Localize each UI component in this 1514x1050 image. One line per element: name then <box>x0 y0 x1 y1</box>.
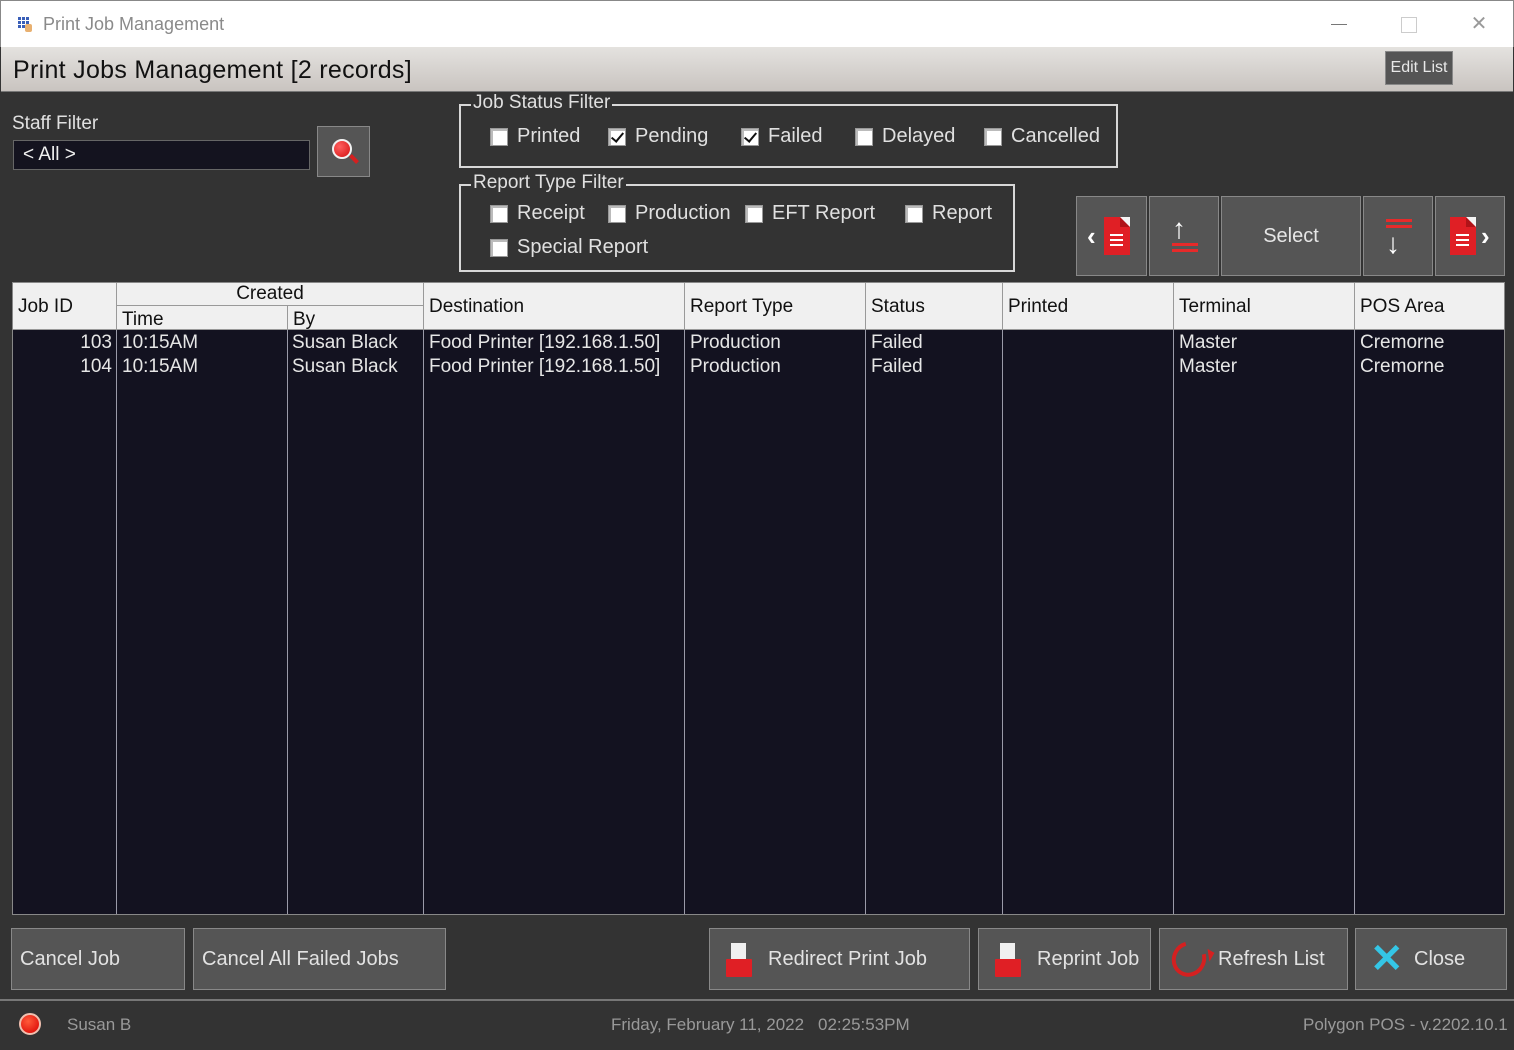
reprint-job-button[interactable]: Reprint Job <box>978 928 1151 990</box>
checkbox-box[interactable] <box>490 204 508 223</box>
col-header-terminal[interactable]: Terminal <box>1174 283 1355 330</box>
refresh-icon <box>1165 934 1213 984</box>
arrow-up-icon: ↑ <box>1172 213 1186 244</box>
connection-status-indicator <box>19 1013 41 1035</box>
staff-filter-label: Staff Filter <box>12 113 99 134</box>
staff-filter-input[interactable]: < All > <box>13 140 310 170</box>
status-time: 02:25:53PM <box>818 1015 910 1034</box>
staff-search-button[interactable] <box>317 126 370 177</box>
cell-status: Failed <box>871 332 923 353</box>
cell-job-id: 104 <box>80 356 112 377</box>
window-close-button[interactable]: ✕ <box>1459 11 1499 39</box>
cell-by: Susan Black <box>292 332 398 353</box>
checkbox-box[interactable] <box>905 204 923 223</box>
checkbox-box[interactable] <box>741 127 759 146</box>
cancel-job-button[interactable]: Cancel Job <box>11 928 185 990</box>
window-title: Print Job Management <box>43 14 225 34</box>
checkbox-box[interactable] <box>855 127 873 146</box>
checkbox-box[interactable] <box>608 127 626 146</box>
cell-pos-area: Cremorne <box>1360 356 1445 377</box>
printer-icon <box>726 943 752 977</box>
close-button[interactable]: ✕ Close <box>1355 928 1507 990</box>
document-icon <box>1450 217 1476 255</box>
type-checkbox-production[interactable]: Production <box>608 202 731 225</box>
col-header-pos-area[interactable]: POS Area <box>1355 283 1504 330</box>
refresh-list-button[interactable]: Refresh List <box>1159 928 1348 990</box>
maximize-button[interactable] <box>1388 11 1428 39</box>
cell-by: Susan Black <box>292 356 398 377</box>
page-title: Print Jobs Management [2 records] <box>13 56 412 84</box>
cell-status: Failed <box>871 356 923 377</box>
type-checkbox-special-report[interactable]: Special Report <box>490 236 648 259</box>
report-type-filter: Report Type Filter Receipt Production EF… <box>459 172 1015 272</box>
document-icon <box>1104 217 1130 255</box>
status-user: Susan B <box>67 1015 132 1034</box>
cell-terminal: Master <box>1179 332 1238 353</box>
minimize-button[interactable] <box>1319 11 1359 39</box>
divider <box>0 999 1514 1001</box>
cell-report-type: Production <box>690 332 781 353</box>
col-header-time[interactable]: Time <box>117 306 288 330</box>
job-status-filter: Job Status Filter Printed Pending Failed… <box>459 92 1118 168</box>
edit-list-button[interactable]: Edit List <box>1385 51 1453 85</box>
col-header-created: Created <box>117 283 424 306</box>
cell-time: 10:15AM <box>122 332 199 353</box>
status-checkbox-cancelled[interactable]: Cancelled <box>984 125 1100 148</box>
col-header-by[interactable]: By <box>288 306 424 330</box>
report-type-filter-title: Report Type Filter <box>471 172 626 194</box>
next-page-button[interactable]: › <box>1435 196 1505 276</box>
job-status-filter-title: Job Status Filter <box>471 92 613 114</box>
refresh-list-label: Refresh List <box>1218 948 1325 970</box>
checkbox-box[interactable] <box>984 127 1002 146</box>
col-header-status[interactable]: Status <box>866 283 1003 330</box>
app-icon <box>17 16 33 32</box>
cell-pos-area: Cremorne <box>1360 332 1445 353</box>
type-checkbox-report[interactable]: Report <box>905 202 992 225</box>
status-checkbox-delayed[interactable]: Delayed <box>855 125 955 148</box>
col-header-printed[interactable]: Printed <box>1003 283 1174 330</box>
cell-report-type: Production <box>690 356 781 377</box>
move-up-button[interactable]: ↑ <box>1149 196 1219 276</box>
printer-icon <box>995 943 1021 977</box>
app-version: Polygon POS - v.2202.10.1 <box>1303 1015 1508 1034</box>
cancel-all-failed-jobs-button[interactable]: Cancel All Failed Jobs <box>193 928 446 990</box>
status-checkbox-failed[interactable]: Failed <box>741 125 822 148</box>
checkbox-box[interactable] <box>490 127 508 146</box>
page-header: Print Jobs Management [2 records] Edit L… <box>1 47 1513 92</box>
move-down-button[interactable]: ↓ <box>1363 196 1433 276</box>
checkbox-box[interactable] <box>490 238 508 257</box>
close-label: Close <box>1414 948 1466 970</box>
cell-job-id: 103 <box>80 332 112 353</box>
type-checkbox-eft-report[interactable]: EFT Report <box>745 202 875 225</box>
col-header-destination[interactable]: Destination <box>424 283 685 330</box>
previous-page-button[interactable]: ‹ <box>1076 196 1147 276</box>
redirect-print-job-label: Redirect Print Job <box>768 948 927 970</box>
status-date: Friday, February 11, 2022 <box>611 1015 805 1034</box>
type-checkbox-receipt[interactable]: Receipt <box>490 202 585 225</box>
checkbox-box[interactable] <box>608 204 626 223</box>
select-button[interactable]: Select <box>1221 196 1361 276</box>
window-titlebar: Print Job Management ✕ <box>0 0 1514 47</box>
col-header-report-type[interactable]: Report Type <box>685 283 866 330</box>
cell-terminal: Master <box>1179 356 1238 377</box>
print-jobs-table[interactable]: Job ID Created Time By Destination Repor… <box>12 282 1505 915</box>
chevron-left-icon: ‹ <box>1087 221 1096 251</box>
status-checkbox-printed[interactable]: Printed <box>490 125 580 148</box>
cell-destination: Food Printer [192.168.1.50] <box>429 356 661 377</box>
arrow-down-icon: ↓ <box>1386 228 1400 259</box>
col-header-job-id[interactable]: Job ID <box>13 283 117 330</box>
status-checkbox-pending[interactable]: Pending <box>608 125 708 148</box>
checkbox-box[interactable] <box>745 204 763 223</box>
close-icon: ✕ <box>1370 937 1404 981</box>
cell-time: 10:15AM <box>122 356 199 377</box>
chevron-right-icon: › <box>1481 221 1490 251</box>
cell-destination: Food Printer [192.168.1.50] <box>429 332 661 353</box>
reprint-job-label: Reprint Job <box>1037 948 1140 970</box>
redirect-print-job-button[interactable]: Redirect Print Job <box>709 928 970 990</box>
